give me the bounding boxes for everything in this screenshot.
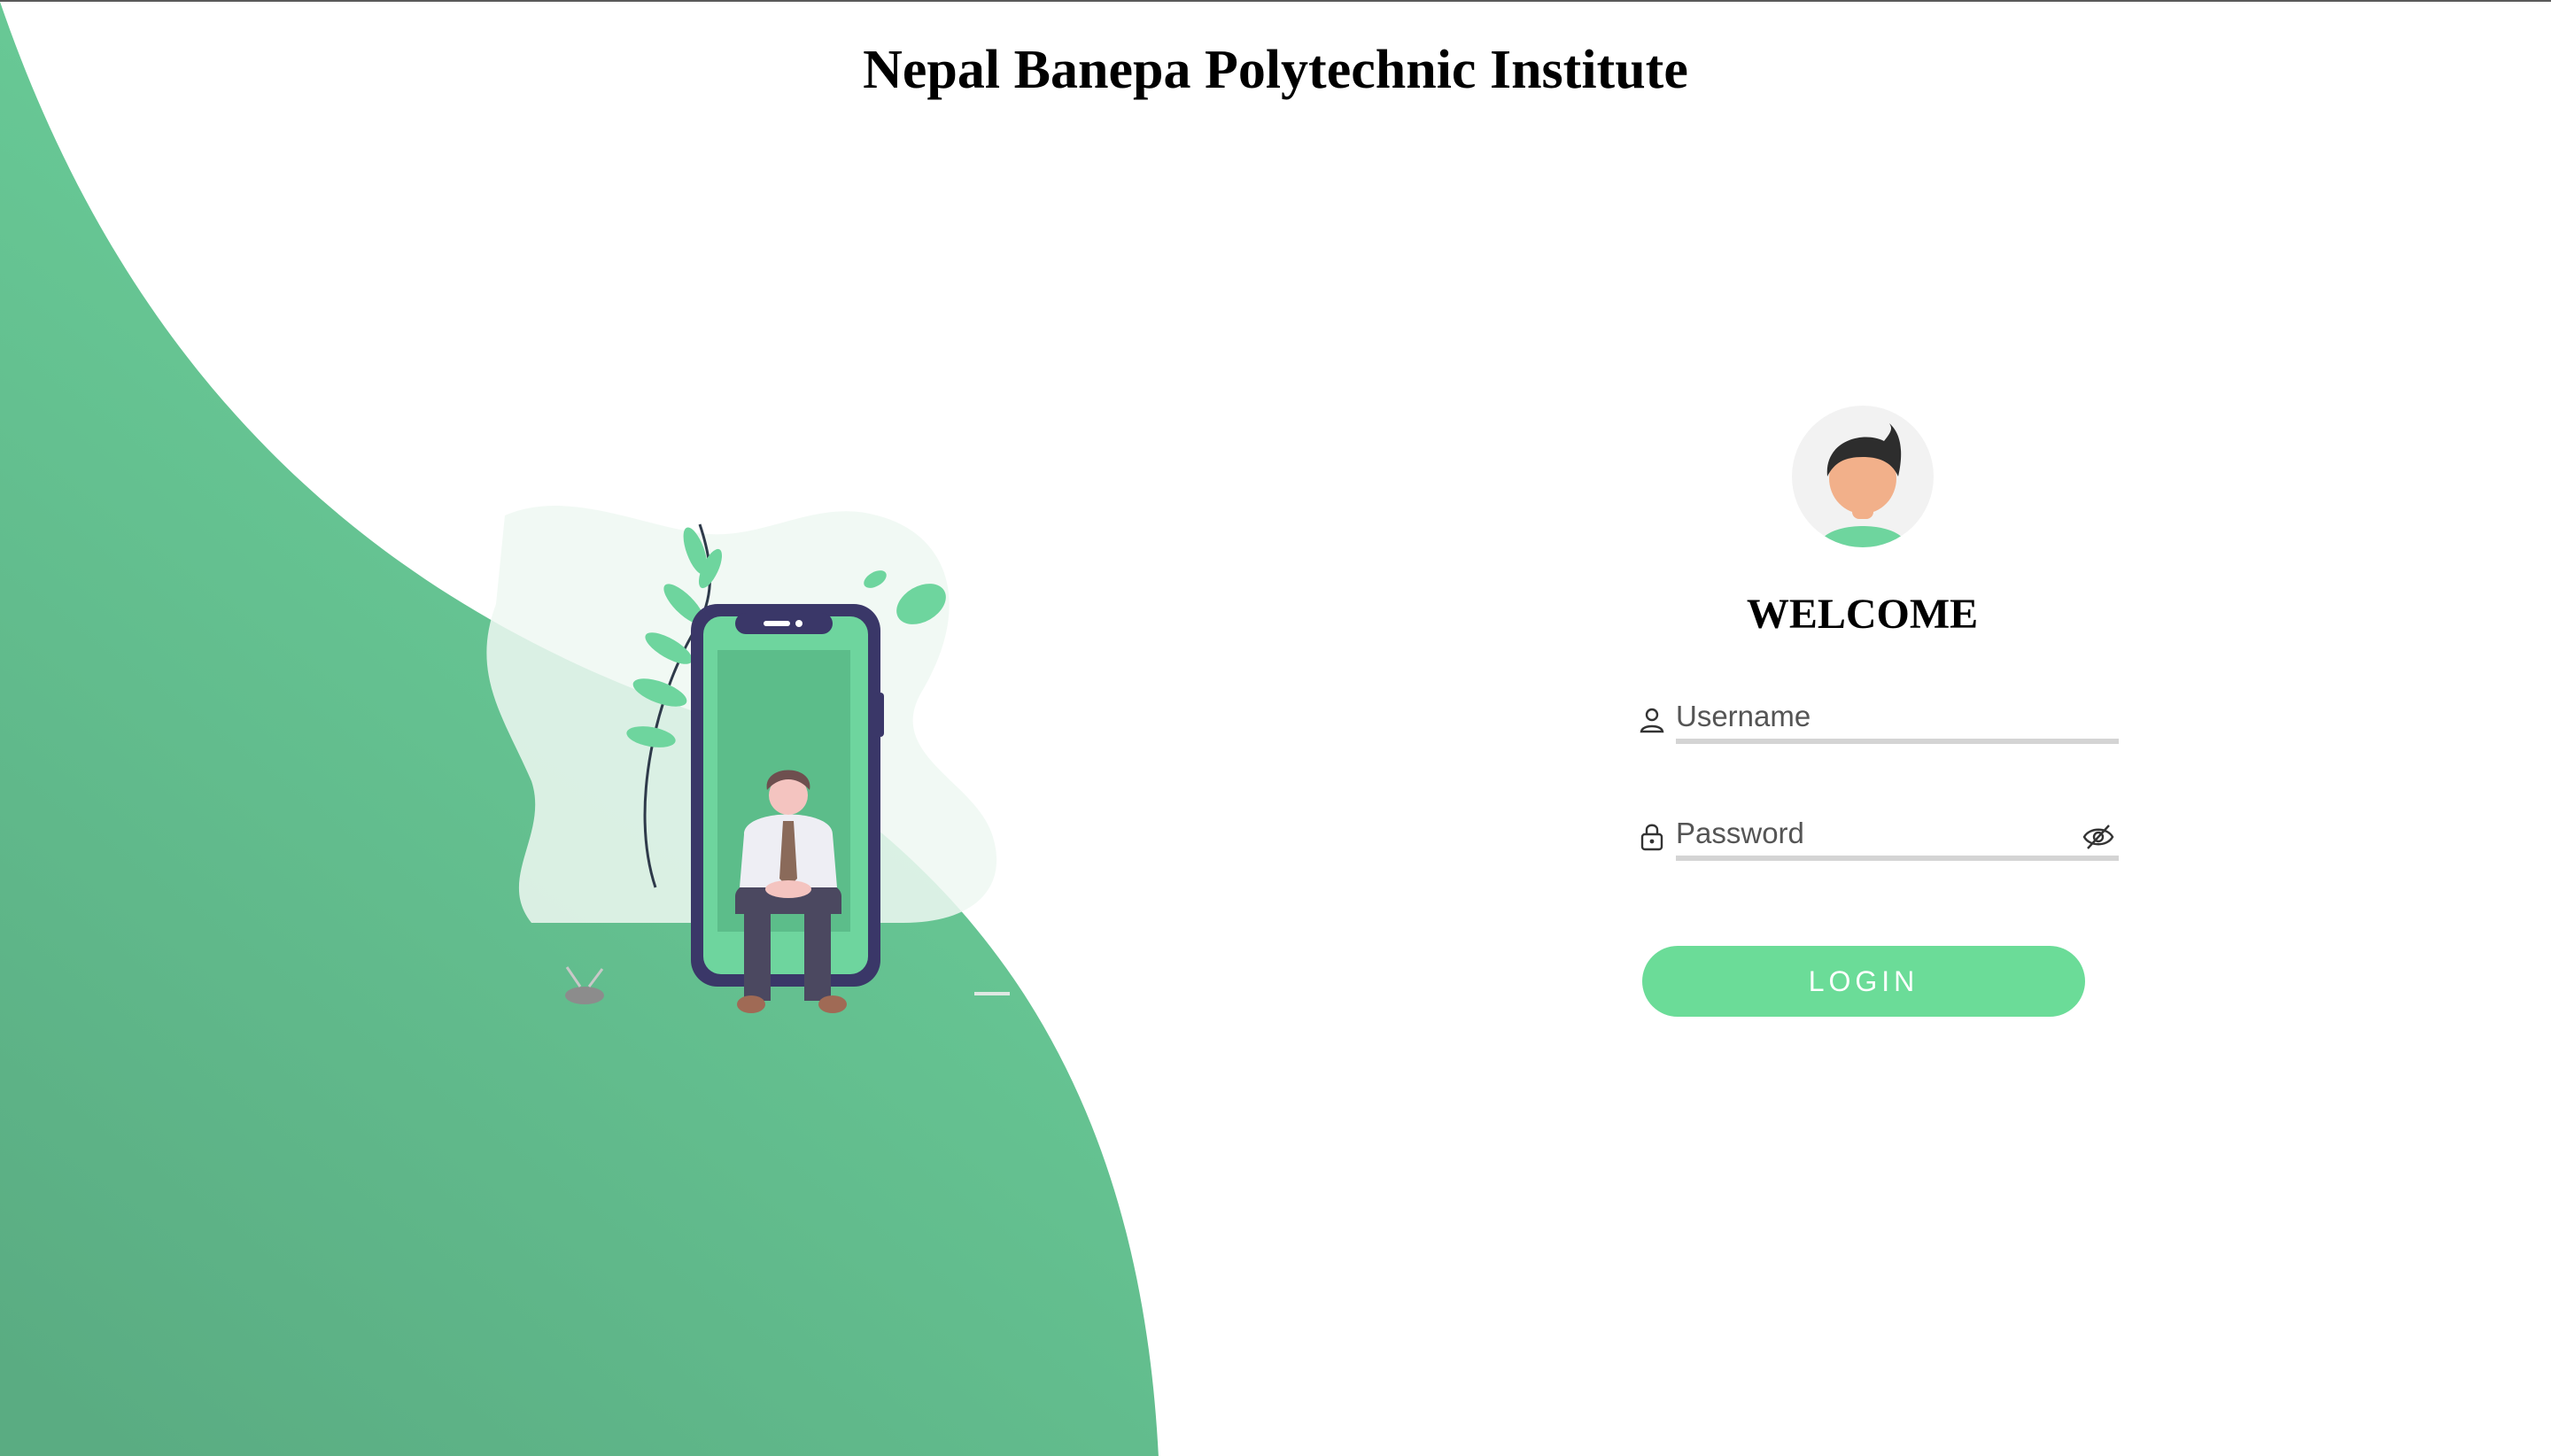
username-input[interactable] <box>1676 698 2119 744</box>
green-wave-background <box>0 2 1159 1456</box>
person-in-phone-illustration <box>486 506 1010 1013</box>
login-button[interactable]: LOGIN <box>1642 946 2085 1017</box>
login-page: Nepal Banepa Polytechnic Institute WELCO… <box>0 0 2551 1456</box>
eye-off-icon[interactable] <box>2081 822 2116 852</box>
user-avatar-icon <box>1818 423 1907 547</box>
page-title: Nepal Banepa Polytechnic Institute <box>863 40 1688 100</box>
user-icon <box>1640 708 1664 733</box>
username-field <box>1639 698 2121 760</box>
password-input[interactable] <box>1676 815 2119 861</box>
lock-icon <box>1640 824 1663 851</box>
welcome-heading: WELCOME <box>1746 591 1979 638</box>
password-field <box>1639 815 2121 877</box>
avatar <box>1792 406 1934 547</box>
